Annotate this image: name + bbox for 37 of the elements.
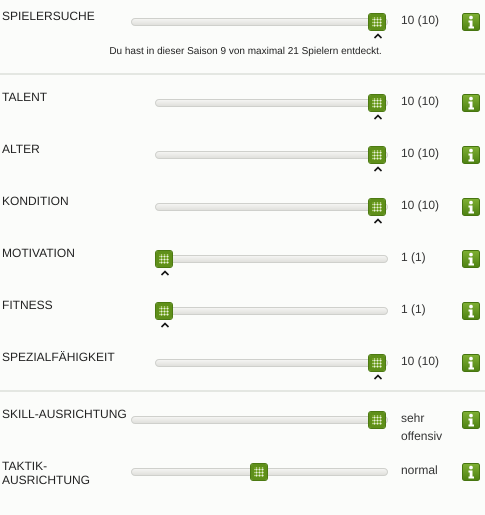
info-icon[interactable] bbox=[462, 463, 480, 481]
slider-label: SPEZIALFÄHIGKEIT bbox=[1, 350, 116, 365]
info-text: Du hast in dieser Saison 9 von maximal 21 Spielern entdeckt. bbox=[108, 46, 383, 58]
slider-thumb[interactable] bbox=[155, 302, 173, 320]
slider-value: 10 (10) bbox=[401, 93, 440, 110]
slider-thumb[interactable] bbox=[368, 354, 386, 372]
slider-label: SKILL-AUSRICHTUNG bbox=[1, 407, 128, 421]
slider-label: SPIELERSUCHE bbox=[1, 9, 96, 24]
slider-value: 1 (1) bbox=[401, 301, 427, 318]
slider-thumb[interactable] bbox=[250, 463, 268, 481]
info-icon[interactable] bbox=[462, 198, 480, 216]
slider-value: 10 (10) bbox=[401, 145, 440, 162]
info-icon[interactable] bbox=[462, 250, 480, 268]
info-icon[interactable] bbox=[462, 146, 480, 164]
slider-thumb[interactable] bbox=[368, 198, 386, 216]
slider-value: 10 (10) bbox=[401, 12, 440, 29]
slider-thumb[interactable] bbox=[368, 94, 386, 112]
slider-label: FITNESS bbox=[1, 298, 54, 313]
slider-label: ALTER bbox=[1, 142, 41, 157]
info-icon[interactable] bbox=[462, 411, 480, 429]
info-icon[interactable] bbox=[462, 94, 480, 112]
slider-label: TALENT bbox=[1, 90, 48, 105]
info-icon[interactable] bbox=[462, 302, 480, 320]
info-icon[interactable] bbox=[462, 354, 480, 372]
slider-label: KONDITION bbox=[1, 194, 70, 209]
slider-thumb[interactable] bbox=[368, 13, 386, 31]
slider-value: normal bbox=[401, 462, 439, 479]
slider-thumb[interactable] bbox=[155, 250, 173, 268]
slider-value: 10 (10) bbox=[401, 353, 440, 370]
slider-value: 10 (10) bbox=[401, 197, 440, 214]
info-icon[interactable] bbox=[462, 13, 480, 31]
slider-label: TAKTIK-AUSRICHTUNG bbox=[1, 459, 92, 487]
slider-value: 1 (1) bbox=[401, 249, 427, 266]
slider-value: sehr offensiv bbox=[401, 410, 444, 445]
slider-thumb[interactable] bbox=[368, 411, 386, 429]
slider-label: MOTIVATION bbox=[1, 246, 76, 261]
slider-thumb[interactable] bbox=[368, 146, 386, 164]
